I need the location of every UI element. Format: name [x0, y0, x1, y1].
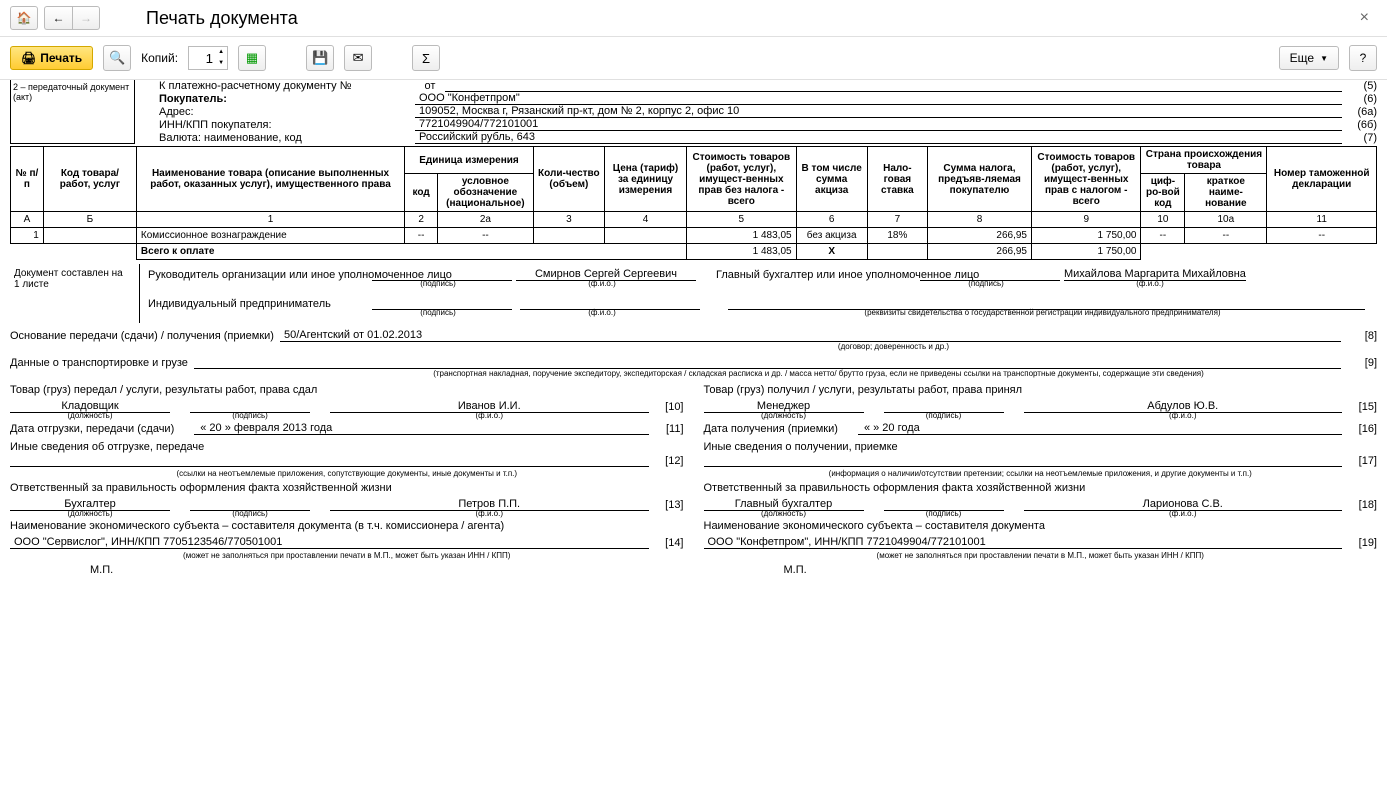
- more-label: Еще: [1290, 51, 1314, 65]
- code-6b: (6б): [1342, 119, 1377, 131]
- th-origin: Страна происхождения товара: [1141, 147, 1267, 174]
- transport-label: Данные о транспортировке и грузе: [10, 357, 188, 369]
- buyer-label: Покупатель:: [155, 93, 415, 105]
- preview-button[interactable]: 🔍: [103, 45, 131, 71]
- inn-value: 7721049904/772101001: [415, 118, 1342, 131]
- th-origin-name: краткое наиме-нование: [1185, 174, 1267, 212]
- receiver-column: Товар (груз) получил / услуги, результат…: [704, 384, 1378, 576]
- signature-section: Документ составлен на 1 листе Руководите…: [10, 264, 1377, 323]
- sender-column: Товар (груз) передал / услуги, результат…: [10, 384, 684, 576]
- code-8: [8]: [1347, 330, 1377, 342]
- more-button[interactable]: Еще ▼: [1279, 46, 1339, 70]
- th-cost-no-tax: Стоимость товаров (работ, услуг), имущес…: [687, 147, 797, 212]
- th-price: Цена (тариф) за единицу измерения: [604, 147, 686, 212]
- th-code: Код товара/ работ, услуг: [43, 147, 136, 212]
- page-title: Печать документа: [146, 8, 298, 29]
- th-qty: Коли-чество (объем): [533, 147, 604, 212]
- spin-down[interactable]: ▼: [215, 58, 227, 69]
- spin-up[interactable]: ▲: [215, 47, 227, 58]
- th-cost-with-tax: Стоимость товаров (работ, услуг), имущес…: [1031, 147, 1141, 212]
- th-tax-sum: Сумма налога, предъяв-ляемая покупателю: [927, 147, 1031, 212]
- main-table: № п/п Код товара/ работ, услуг Наименова…: [10, 146, 1377, 260]
- th-customs: Номер таможенной декларации: [1267, 147, 1377, 212]
- th-name: Наименование товара (описание выполненны…: [136, 147, 404, 212]
- currency-label: Валюта: наименование, код: [155, 132, 415, 144]
- save-button[interactable]: 💾: [306, 45, 334, 71]
- th-excise: В том числе сумма акциза: [796, 147, 867, 212]
- address-label: Адрес:: [155, 106, 415, 118]
- currency-value: Российский рубль, 643: [415, 131, 1342, 144]
- code-5: (5): [1342, 80, 1377, 92]
- action-toolbar: 🖨 Печать 🔍 Копий: ▲▼ ▦ 💾 ✉ Σ Еще ▼ ?: [0, 37, 1387, 80]
- address-value: 109052, Москва г, Рязанский пр-кт, дом №…: [415, 105, 1342, 118]
- ip-hint: (реквизиты свидетельства о государственн…: [716, 308, 1369, 317]
- payment-ot: от: [415, 80, 445, 92]
- basis-label: Основание передачи (сдачи) / получения (…: [10, 330, 274, 342]
- th-unit-code: код: [405, 174, 438, 212]
- printer-icon: 🖨: [21, 51, 36, 65]
- top-toolbar: 🏠 ← → Печать документа ×: [0, 0, 1387, 37]
- code-6a: (6а): [1342, 106, 1377, 118]
- th-unit-name: условное обозначение (национальное): [438, 174, 534, 212]
- email-button[interactable]: ✉: [344, 45, 372, 71]
- document-area: 2 – передаточный документ (акт) К платеж…: [0, 80, 1387, 586]
- code-7: (7): [1342, 132, 1377, 144]
- th-origin-code: циф-ро-вой код: [1141, 174, 1185, 212]
- pages-label: Документ составлен на: [14, 268, 135, 279]
- doc-type-cell: 2 – передаточный документ (акт): [10, 80, 135, 144]
- payment-doc-label: К платежно-расчетному документу №: [155, 80, 415, 92]
- ip-label: Индивидуальный предприниматель: [148, 298, 368, 310]
- chevron-down-icon: ▼: [1320, 54, 1328, 63]
- forward-button[interactable]: →: [72, 6, 100, 30]
- th-unit: Единица измерения: [405, 147, 534, 174]
- th-num: № п/п: [11, 147, 44, 212]
- code-9: [9]: [1347, 357, 1377, 369]
- settings-button[interactable]: ▦: [238, 45, 266, 71]
- sum-button[interactable]: Σ: [412, 45, 440, 71]
- chief-acc-label: Главный бухгалтер или иное уполномоченно…: [716, 269, 916, 281]
- copies-label: Копий:: [141, 51, 178, 65]
- leader-label: Руководитель организации или иное уполно…: [148, 269, 368, 281]
- print-label: Печать: [40, 51, 82, 65]
- home-button[interactable]: 🏠: [10, 6, 38, 30]
- pages-value: 1 листе: [14, 279, 135, 290]
- basis-value: 50/Агентский от 01.02.2013: [280, 329, 1341, 342]
- inn-label: ИНН/КПП покупателя:: [155, 119, 415, 131]
- print-button[interactable]: 🖨 Печать: [10, 46, 93, 70]
- code-6: (6): [1342, 93, 1377, 105]
- back-button[interactable]: ←: [44, 6, 72, 30]
- total-row: Всего к оплате 1 483,05 Х 266,95 1 750,0…: [11, 244, 1377, 260]
- th-tax-rate: Нало-говая ставка: [867, 147, 927, 212]
- table-row: 1 Комиссионное вознаграждение -- -- 1 48…: [11, 228, 1377, 244]
- help-button[interactable]: ?: [1349, 45, 1377, 71]
- buyer-value: ООО "Конфетпром": [415, 92, 1342, 105]
- col-num-row: А Б 1 2 2а 3 4 5 6 7 8 9 10 10а 11: [11, 212, 1377, 228]
- close-button[interactable]: ×: [1352, 9, 1377, 27]
